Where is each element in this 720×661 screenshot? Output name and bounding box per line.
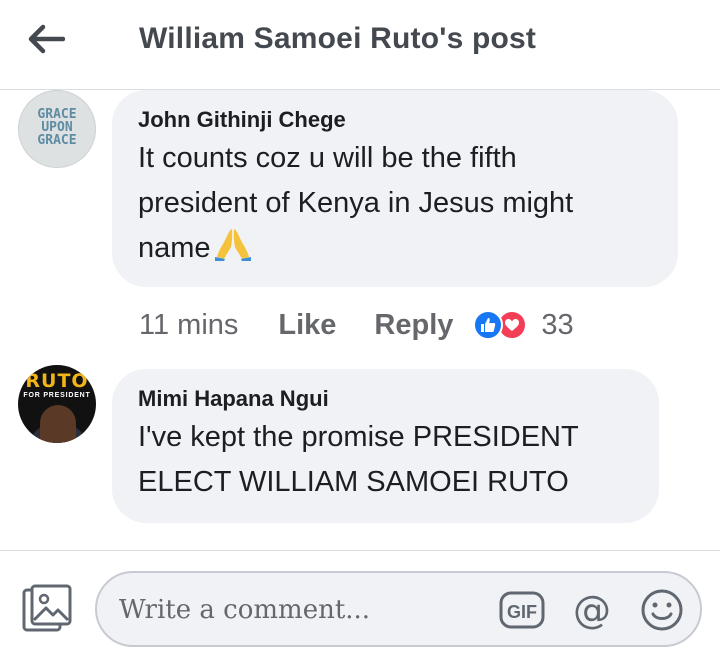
avatar[interactable]: RUTO FOR PRESIDENT [18, 365, 96, 443]
mention-button[interactable]: @ [567, 585, 617, 635]
avatar-logo: GRACE UPON GRACE [37, 107, 77, 148]
avatar-logo: RUTO [25, 370, 89, 392]
comment-time[interactable]: 11 mins [139, 309, 238, 342]
like-button[interactable]: Like [278, 309, 336, 342]
comments-list: GRACE UPON GRACE John Githinji Chege It … [0, 90, 720, 550]
reactions-summary[interactable] [473, 310, 528, 340]
header-bar: William Samoei Ruto's post [0, 0, 720, 90]
like-reaction-icon [473, 310, 504, 340]
svg-text:@: @ [573, 588, 611, 632]
reply-button[interactable]: Reply [374, 309, 453, 342]
reaction-count: 33 [541, 308, 574, 341]
comment-author[interactable]: John Githinji Chege [138, 108, 654, 132]
comment-bubble: Mimi Hapana Ngui I've kept the promise P… [112, 369, 659, 523]
comment-input-container[interactable]: GIF @ [95, 571, 702, 647]
emoji-button[interactable] [637, 585, 687, 635]
avatar-photo [40, 405, 76, 443]
page-title: William Samoei Ruto's post [139, 22, 537, 55]
svg-text:GIF: GIF [507, 602, 537, 622]
avatar[interactable]: GRACE UPON GRACE [18, 90, 96, 168]
at-mention-icon: @ [573, 588, 611, 632]
gif-icon: GIF [499, 591, 545, 629]
gif-button[interactable]: GIF [497, 585, 547, 635]
arrow-left-icon [28, 24, 65, 54]
comment-text: I've kept the promise PRESIDENT ELECT WI… [138, 421, 579, 498]
comment-bubble: John Githinji Chege It counts coz u will… [112, 90, 678, 287]
photo-button[interactable] [20, 584, 74, 634]
emoji-smile-icon [641, 589, 683, 631]
comment-text: It counts coz u will be the fifth presid… [138, 136, 654, 275]
folded-hands-icon [214, 227, 251, 275]
back-button[interactable] [22, 18, 70, 60]
comment-meta: 11 mins Like Reply 33 [139, 302, 574, 348]
photo-icon [22, 584, 72, 632]
comment-input[interactable] [117, 585, 501, 635]
comment-author[interactable]: Mimi Hapana Ngui [138, 387, 635, 411]
avatar-tagline: FOR PRESIDENT [23, 392, 91, 399]
comment-composer: GIF @ [0, 550, 720, 661]
